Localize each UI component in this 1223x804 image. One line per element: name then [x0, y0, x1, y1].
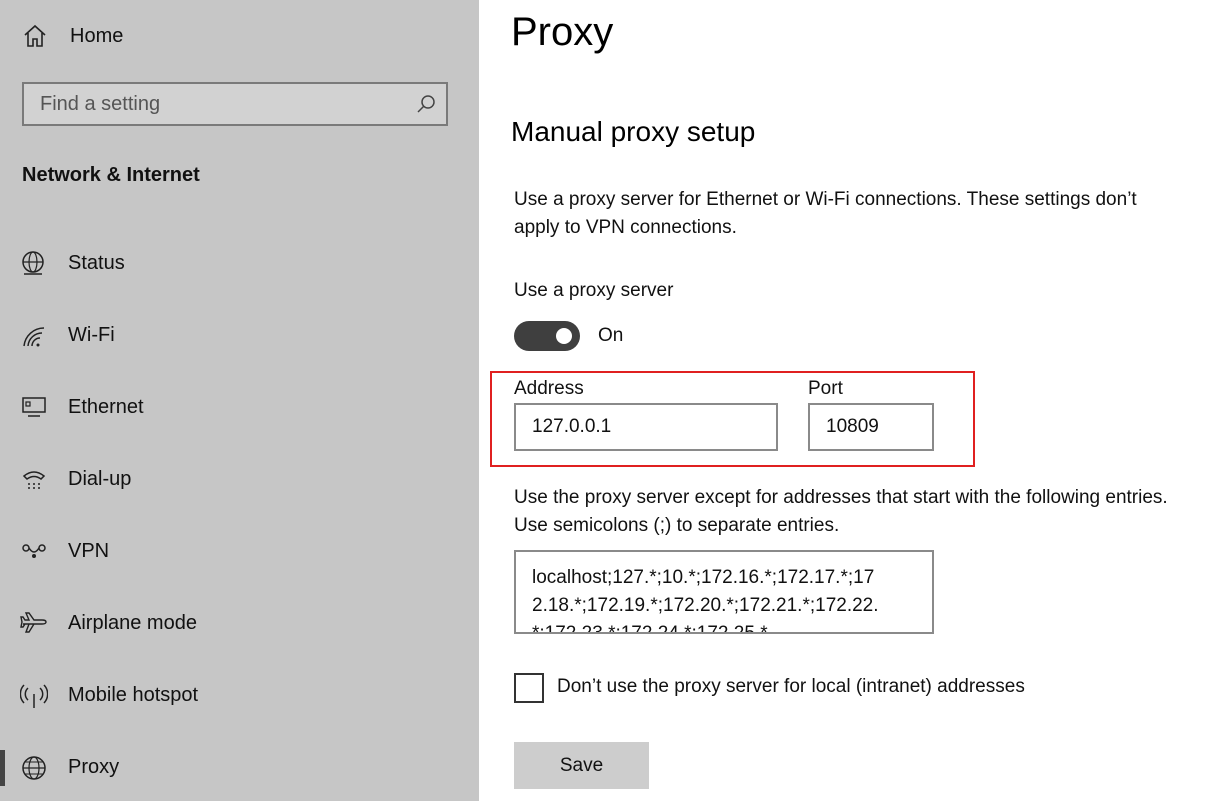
sidebar-item-airplane[interactable]: Airplane mode: [0, 588, 479, 660]
toggle-knob: [556, 328, 572, 344]
home-icon: [24, 24, 46, 47]
port-label: Port: [808, 378, 843, 399]
save-button[interactable]: Save: [514, 742, 649, 789]
local-bypass-label: Don’t use the proxy server for local (in…: [557, 676, 1025, 697]
hotspot-icon: [20, 684, 48, 708]
sidebar-item-label: VPN: [68, 540, 110, 562]
section-heading: Manual proxy setup: [511, 116, 756, 147]
airplane-icon: [20, 612, 47, 633]
sidebar-item-dialup[interactable]: Dial-up: [0, 444, 479, 516]
search-input[interactable]: [24, 84, 414, 124]
address-input[interactable]: [514, 403, 778, 451]
exceptions-textarea[interactable]: localhost;127.*;10.*;172.16.*;172.17.*;1…: [514, 550, 934, 634]
sidebar-item-wifi[interactable]: Wi-Fi: [0, 300, 479, 372]
home-label: Home: [70, 24, 124, 47]
wifi-icon: [23, 327, 45, 347]
port-input[interactable]: [808, 403, 934, 451]
sidebar-item-vpn[interactable]: VPN: [0, 516, 479, 588]
main-panel: Proxy Manual proxy setup Use a proxy ser…: [479, 0, 1223, 801]
dialup-icon: [22, 471, 46, 489]
sidebar-item-status[interactable]: Status: [0, 228, 479, 300]
exceptions-description: Use the proxy server except for addresse…: [514, 487, 1168, 536]
sidebar: Home Network & Internet Status: [0, 0, 479, 801]
sidebar-item-label: Ethernet: [68, 396, 144, 418]
exceptions-text: localhost;127.*;10.*;172.16.*;172.17.*;1…: [532, 567, 879, 634]
sidebar-item-hotspot[interactable]: Mobile hotspot: [0, 660, 479, 732]
home-link[interactable]: Home: [22, 18, 123, 54]
sidebar-item-label: Wi-Fi: [68, 324, 115, 346]
toggle-state-label: On: [598, 325, 624, 346]
proxy-description: Use a proxy server for Ethernet or Wi-Fi…: [514, 189, 1137, 238]
search-icon[interactable]: [416, 94, 436, 114]
globe-icon: [22, 756, 46, 780]
sidebar-item-label: Proxy: [68, 756, 120, 778]
use-proxy-toggle[interactable]: [514, 321, 580, 351]
local-bypass-checkbox[interactable]: [514, 673, 544, 703]
nav-list: Status Wi-Fi Ethernet Dial-up VPN Airpla…: [0, 228, 479, 804]
address-label: Address: [514, 378, 584, 399]
sidebar-item-ethernet[interactable]: Ethernet: [0, 372, 479, 444]
sidebar-item-label: Dial-up: [68, 468, 132, 490]
use-proxy-label: Use a proxy server: [514, 280, 674, 301]
section-title: Network & Internet: [22, 164, 200, 186]
ethernet-icon: [22, 397, 46, 417]
sidebar-item-label: Mobile hotspot: [68, 684, 199, 706]
globe-status-icon: [22, 251, 44, 275]
sidebar-item-label: Airplane mode: [68, 612, 197, 634]
search-box[interactable]: [22, 82, 448, 126]
sidebar-item-proxy[interactable]: Proxy: [0, 732, 479, 804]
page-title: Proxy: [511, 10, 614, 54]
vpn-icon: [22, 544, 46, 558]
sidebar-item-label: Status: [68, 252, 125, 274]
